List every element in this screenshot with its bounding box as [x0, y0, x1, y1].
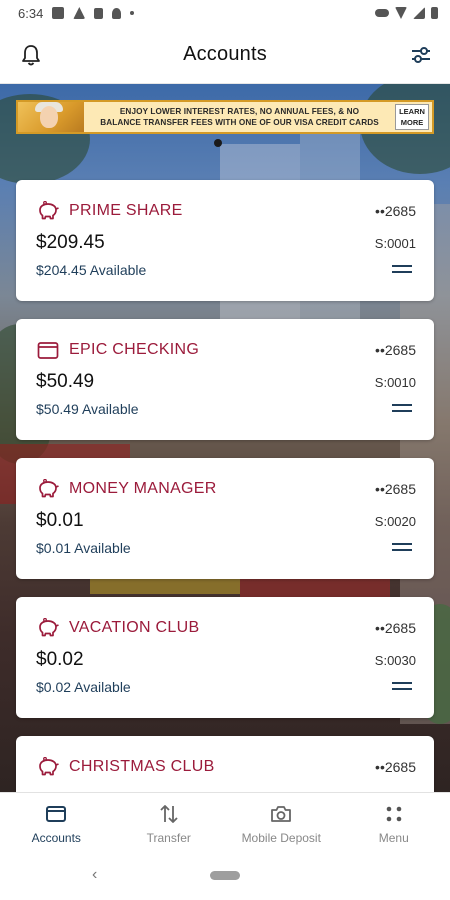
available-balance: $204.45 Available [36, 262, 147, 278]
app-header: Accounts [0, 26, 450, 84]
nav-transfer[interactable]: Transfer [113, 793, 226, 850]
account-name: VACATION CLUB [69, 619, 200, 636]
account-name: EPIC CHECKING [69, 341, 200, 358]
available-balance: $0.01 Available [36, 540, 131, 556]
available-balance: $0.02 Available [36, 679, 131, 695]
reorder-handle-icon[interactable] [392, 682, 412, 692]
share-suffix: S:0001 [374, 236, 416, 251]
nav-label: Mobile Deposit [241, 831, 321, 845]
status-time: 6:34 [18, 5, 44, 21]
learn-more-button[interactable]: LEARN MORE [395, 104, 429, 130]
account-balance: $50.49 [36, 371, 95, 392]
wifi-icon [395, 7, 407, 19]
back-chevron-icon[interactable]: ‹ [92, 866, 97, 884]
account-balance: $209.45 [36, 232, 105, 253]
menu-dots-icon [386, 806, 402, 822]
system-navigation-bar: ‹ [0, 850, 450, 900]
reorder-handle-icon[interactable] [392, 404, 412, 414]
account-number: ••2685 [375, 620, 416, 636]
bell-icon [22, 45, 40, 66]
share-suffix: S:0010 [374, 375, 416, 390]
account-balance: $0.02 [36, 649, 84, 670]
reorder-handle-icon[interactable] [392, 543, 412, 553]
account-number: ••2685 [375, 342, 416, 358]
nav-label: Accounts [31, 831, 81, 845]
sim-notification-icon [94, 7, 104, 19]
more-notifications-icon [130, 11, 135, 15]
account-card-money-manager[interactable]: MONEY MANAGER ••2685 $0.01 S:0020 $0.01 … [16, 458, 434, 579]
notifications-button[interactable] [16, 40, 46, 70]
filter-settings-button[interactable] [406, 40, 436, 70]
nav-label: Menu [378, 831, 409, 845]
nav-accounts[interactable]: Accounts [0, 793, 113, 850]
piggy-bank-icon [39, 201, 59, 220]
share-suffix: S:0030 [374, 653, 416, 668]
sliders-icon [412, 47, 430, 63]
share-suffix: S:0020 [374, 514, 416, 529]
piggy-bank-icon [39, 479, 59, 498]
promo-text: ENJOY LOWER INTEREST RATES, NO ANNUAL FE… [100, 107, 379, 127]
bottom-navigation: Accounts Transfer Mobile Deposit Menu [0, 792, 450, 850]
page-title: Accounts [183, 43, 267, 65]
reorder-handle-icon[interactable] [392, 265, 412, 275]
nav-mobile-deposit[interactable]: Mobile Deposit [225, 793, 338, 850]
piggy-bank-icon [39, 618, 59, 637]
home-pill[interactable] [209, 870, 240, 880]
available-balance: $50.49 Available [36, 401, 139, 417]
piggy-bank-icon [39, 757, 59, 776]
promo-photo [18, 102, 84, 132]
account-name: MONEY MANAGER [69, 480, 217, 497]
account-card-prime-share[interactable]: PRIME SHARE ••2685 $209.45 S:0001 $204.4… [16, 180, 434, 301]
account-balance: $0.01 [36, 510, 84, 531]
credit-card-promo-banner[interactable]: ENJOY LOWER INTEREST RATES, NO ANNUAL FE… [16, 100, 434, 134]
gallery-notification-icon [52, 7, 65, 19]
status-bar: 6:34 [0, 0, 450, 26]
account-name: CHRISTMAS CLUB [69, 758, 215, 775]
transfer-arrows-icon [160, 805, 178, 823]
vpn-key-icon [375, 9, 389, 17]
account-card-vacation-club[interactable]: VACATION CLUB ••2685 $0.02 S:0030 $0.02 … [16, 597, 434, 718]
battery-icon [431, 7, 438, 19]
account-card-epic-checking[interactable]: EPIC CHECKING ••2685 $50.49 S:0010 $50.4… [16, 319, 434, 440]
nav-label: Transfer [146, 831, 191, 845]
wallet-icon [37, 342, 59, 359]
banner-page-indicator [214, 139, 222, 147]
account-number: ••2685 [375, 759, 416, 775]
account-number: ••2685 [375, 203, 416, 219]
nav-menu[interactable]: Menu [338, 793, 450, 850]
camera-icon [271, 806, 292, 822]
account-name: PRIME SHARE [69, 202, 183, 219]
warning-notification-icon [73, 7, 86, 19]
person-notification-icon [112, 7, 122, 19]
wallet-icon [46, 806, 67, 822]
signal-icon [413, 7, 425, 19]
account-number: ••2685 [375, 481, 416, 497]
